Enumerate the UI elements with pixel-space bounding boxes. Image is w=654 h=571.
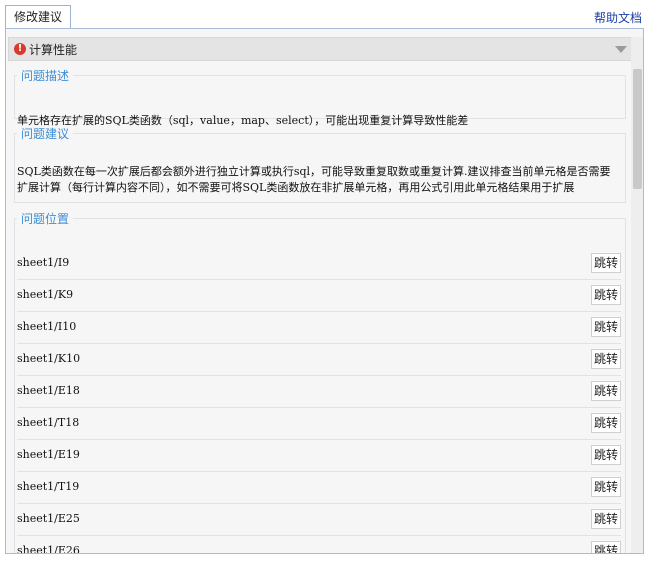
cell-reference: sheet1/K10: [17, 352, 81, 365]
jump-button[interactable]: 跳转: [591, 413, 621, 433]
location-row: sheet1/I9 跳转: [17, 247, 621, 280]
jump-button[interactable]: 跳转: [591, 253, 621, 273]
location-row: sheet1/T19 跳转: [17, 471, 621, 504]
jump-button[interactable]: 跳转: [591, 317, 621, 337]
cell-reference: sheet1/E19: [17, 448, 80, 461]
problem-suggestion-legend: 问题建议: [21, 127, 70, 141]
cell-reference: sheet1/E18: [17, 384, 80, 397]
problem-suggestion-group: 问题建议 SQL类函数在每一次扩展后都会额外进行独立计算或执行sql，可能导致重…: [14, 125, 626, 203]
jump-button[interactable]: 跳转: [591, 477, 621, 497]
cell-reference: sheet1/I9: [17, 256, 70, 269]
help-docs-link[interactable]: 帮助文档: [594, 9, 642, 26]
location-row: sheet1/E18 跳转: [17, 375, 621, 408]
suggestion-panel: ! 计算性能 问题描述 单元格存在扩展的SQL类函数（sql，value，map…: [5, 28, 644, 554]
problem-location-legend: 问题位置: [21, 212, 70, 226]
location-row: sheet1/K9 跳转: [17, 279, 621, 312]
location-row: sheet1/E19 跳转: [17, 439, 621, 472]
problem-location-group: 问题位置 sheet1/I9 跳转 sheet1/K9 跳转 sheet1/I1…: [14, 210, 626, 554]
scrollbar-track[interactable]: [631, 37, 643, 553]
chevron-down-icon[interactable]: [615, 46, 627, 53]
warning-icon: !: [14, 43, 26, 55]
jump-button[interactable]: 跳转: [591, 541, 621, 553]
scrollbar-thumb[interactable]: [633, 69, 642, 189]
cell-reference: sheet1/E25: [17, 512, 80, 525]
cell-reference: sheet1/T18: [17, 416, 80, 429]
tab-modify-suggestion[interactable]: 修改建议: [5, 5, 72, 28]
jump-button[interactable]: 跳转: [591, 349, 621, 369]
location-row: sheet1/E25 跳转: [17, 503, 621, 536]
location-row: sheet1/T18 跳转: [17, 407, 621, 440]
location-row: sheet1/I10 跳转: [17, 311, 621, 344]
section-header[interactable]: ! 计算性能: [8, 37, 634, 61]
cell-reference: sheet1/K9: [17, 288, 74, 301]
jump-button[interactable]: 跳转: [591, 445, 621, 465]
problem-description-legend: 问题描述: [21, 69, 70, 83]
location-row: sheet1/K10 跳转: [17, 343, 621, 376]
cell-reference: sheet1/T19: [17, 480, 80, 493]
section-title: 计算性能: [29, 43, 78, 57]
problem-suggestion-text: SQL类函数在每一次扩展后都会额外进行独立计算或执行sql，可能导致重复取数或重…: [17, 165, 611, 194]
jump-button[interactable]: 跳转: [591, 509, 621, 529]
cell-reference: sheet1/I10: [17, 320, 77, 333]
jump-button[interactable]: 跳转: [591, 381, 621, 401]
jump-button[interactable]: 跳转: [591, 285, 621, 305]
tab-bar: 修改建议 帮助文档: [0, 0, 654, 28]
cell-reference: sheet1/E26: [17, 544, 80, 554]
location-row: sheet1/E26 跳转: [17, 535, 621, 554]
problem-description-group: 问题描述 单元格存在扩展的SQL类函数（sql，value，map、select…: [14, 67, 626, 127]
